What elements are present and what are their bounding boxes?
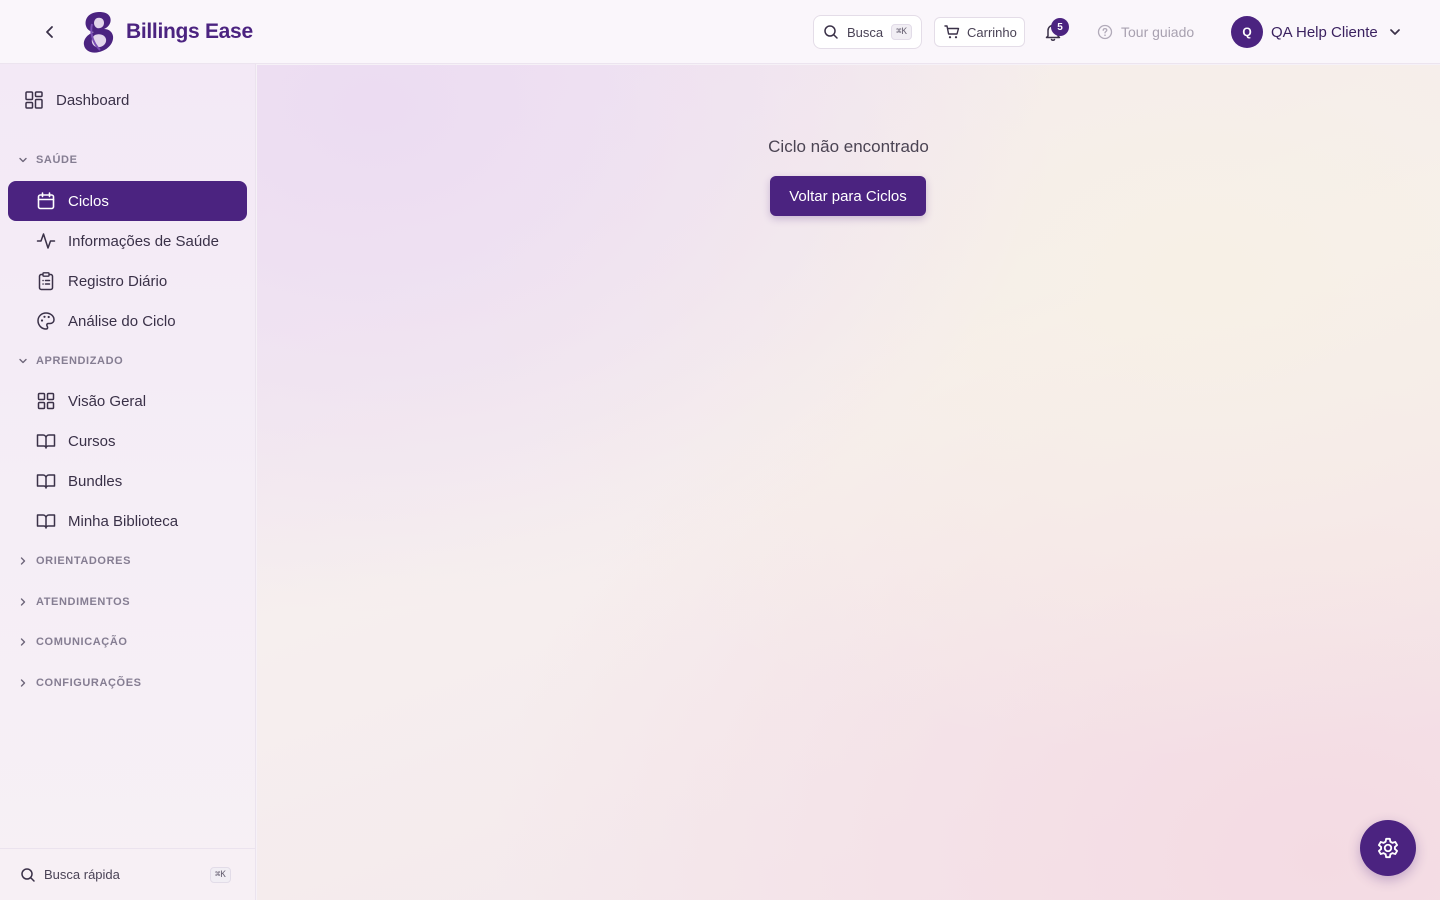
sidebar-item-label: Registro Diário [68,272,168,290]
chevron-right-icon [20,557,26,565]
section-label: CONFIGURAÇÕES [36,677,142,689]
header-search-button[interactable]: Busca ⌘K [813,15,922,49]
clipboard-list-icon [38,272,54,291]
sidebar-item-bundles[interactable]: Bundles [8,461,247,501]
quick-search-shortcut: ⌘K [210,866,231,883]
chevron-right-icon [20,679,26,687]
chevron-down-icon [1389,29,1400,35]
sidebar-item-label: Informações de Saúde [68,232,219,250]
back-button[interactable] [38,20,62,44]
search-icon [824,25,838,39]
user-menu[interactable]: Q QA Help Cliente [1231,16,1402,48]
calendar-icon [37,192,55,210]
sidebar: Dashboard SAÚDE Ciclos Informações de Sa… [0,64,256,900]
sidebar-item-dashboard[interactable]: Dashboard [24,88,129,112]
chevron-down-icon [19,358,27,364]
search-shortcut: ⌘K [891,24,912,40]
section-saude[interactable]: SAÚDE [18,150,78,170]
gear-icon [1377,837,1399,859]
sidebar-item-cursos[interactable]: Cursos [8,421,247,461]
logo-mark-icon [83,12,114,53]
guided-tour-button[interactable]: Tour guiado [1097,20,1194,44]
section-label: SAÚDE [36,154,78,166]
section-aprendizado[interactable]: APRENDIZADO [18,351,123,371]
section-configuracoes[interactable]: CONFIGURAÇÕES [18,673,142,693]
top-header: Billings Ease Busca ⌘K Carrinho 5 Tour g… [0,0,1440,64]
back-to-cycles-button[interactable]: Voltar para Ciclos [770,176,926,216]
tour-label: Tour guiado [1121,24,1195,40]
book-open-icon [36,434,56,449]
cart-label: Carrinho [967,24,1017,40]
quick-search-label: Busca rápida [44,867,120,882]
sidebar-item-analise-ciclo[interactable]: Análise do Ciclo [8,301,247,341]
section-orientadores[interactable]: ORIENTADORES [18,551,131,571]
cart-icon [944,25,960,39]
section-comunicacao[interactable]: COMUNICAÇÃO [18,632,128,652]
sidebar-item-label: Dashboard [56,91,130,109]
search-icon [21,867,35,882]
sidebar-item-label: Bundles [68,472,123,490]
sidebar-item-minha-biblioteca[interactable]: Minha Biblioteca [8,501,247,541]
sidebar-item-label: Cursos [68,432,116,450]
grid-icon [25,91,43,109]
section-label: ATENDIMENTOS [36,596,131,608]
help-circle-icon [1097,24,1113,40]
notifications-badge: 5 [1051,18,1069,36]
avatar: Q [1231,16,1263,48]
cart-button[interactable]: Carrinho [934,17,1025,47]
section-label: ORIENTADORES [36,555,132,567]
sidebar-item-registro-diario[interactable]: Registro Diário [8,261,247,301]
section-atendimentos[interactable]: ATENDIMENTOS [18,592,130,612]
brand-logo[interactable]: Billings Ease [80,10,253,54]
user-name: QA Help Cliente [1271,23,1378,41]
book-open-icon [36,514,56,529]
chevron-right-icon [20,638,26,646]
search-label: Busca [847,24,884,40]
sidebar-item-label: Ciclos [68,192,109,210]
settings-fab-button[interactable] [1360,820,1416,876]
sidebar-item-ciclos[interactable]: Ciclos [8,181,247,221]
palette-icon [37,312,55,330]
sidebar-item-label: Visão Geral [68,392,147,410]
not-found-message: Ciclo não encontrado [768,137,929,156]
sidebar-item-informacoes-saude[interactable]: Informações de Saúde [8,221,247,261]
section-label: COMUNICAÇÃO [36,636,128,648]
grid-icon [37,392,55,410]
activity-icon [36,233,56,249]
sidebar-item-label: Análise do Ciclo [68,312,176,330]
section-label: APRENDIZADO [36,355,124,367]
brand-name: Billings Ease [126,20,253,43]
chevron-left-icon [46,26,53,38]
chevron-down-icon [19,157,27,163]
quick-search-button[interactable]: Busca rápida ⌘K [0,848,256,900]
main-content: Ciclo não encontrado Voltar para Ciclos [257,65,1440,900]
sidebar-item-visao-geral[interactable]: Visão Geral [8,381,247,421]
sidebar-item-label: Minha Biblioteca [68,512,179,530]
chevron-right-icon [20,598,26,606]
book-open-icon [36,474,56,489]
